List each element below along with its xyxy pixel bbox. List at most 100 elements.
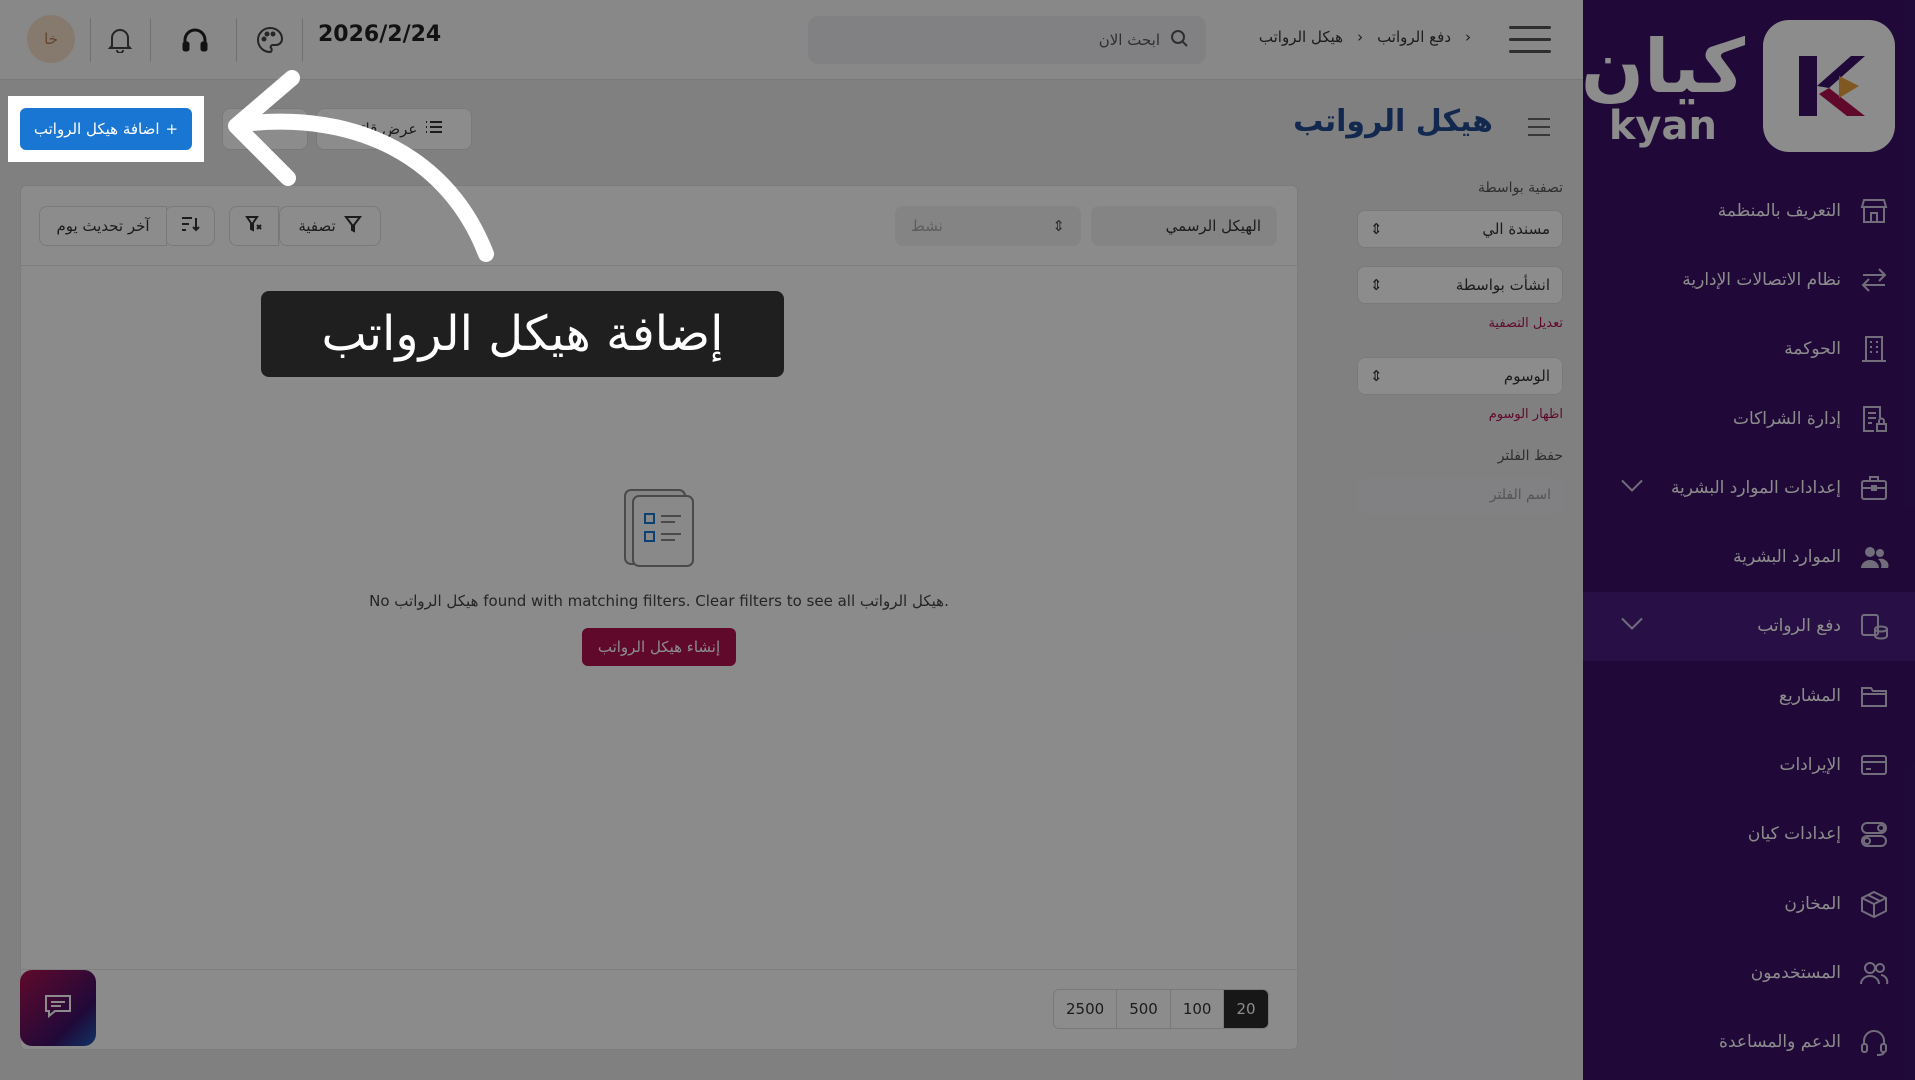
search-placeholder: ابحث الان bbox=[1098, 31, 1160, 49]
palette-icon[interactable] bbox=[250, 20, 290, 60]
sidebar-item-payroll[interactable]: دفع الرواتب bbox=[1583, 591, 1915, 662]
pointer-arrow-icon bbox=[228, 70, 494, 262]
created-by-label: انشأت بواسطة bbox=[1455, 276, 1550, 294]
topbar: › دفع الرواتب › هيكل الرواتب ابحث الان 2… bbox=[0, 0, 1583, 80]
chat-icon bbox=[43, 993, 73, 1023]
tutorial-tooltip: إضافة هيكل الرواتب bbox=[261, 291, 784, 377]
sidebar-item-label: دفع الرواتب bbox=[1757, 616, 1841, 637]
sidebar-item-organization[interactable]: التعريف بالمنظمة bbox=[1583, 176, 1915, 245]
sidebar-item-label: إدارة الشراكات bbox=[1733, 408, 1841, 429]
sort-icon bbox=[180, 215, 200, 237]
filter-by-label: تصفية بواسطة bbox=[1477, 180, 1563, 196]
add-button-label: اضافة هيكل الرواتب bbox=[33, 120, 160, 138]
show-tags-link[interactable]: اظهار الوسوم bbox=[1357, 407, 1563, 422]
building-icon bbox=[1857, 332, 1891, 366]
divider bbox=[236, 18, 237, 62]
card-toolbar: الهيكل الرسمي نشط ⇕ تصفية آخر تحديث يوم bbox=[21, 186, 1297, 266]
sidebar-item-revenues[interactable]: الإيرادات bbox=[1583, 730, 1915, 799]
sidebar-item-projects[interactable]: المشاريع bbox=[1583, 661, 1915, 730]
sidebar: كيان kyan التعريف بالمنظمة نظام الاتصالا… bbox=[1580, 0, 1915, 1080]
sidebar-item-label: نظام الاتصالات الإدارية bbox=[1682, 269, 1841, 290]
sidebar-item-hr-settings[interactable]: إعدادات الموارد البشرية bbox=[1583, 453, 1915, 522]
filter-name-input[interactable]: اسم الفلتر bbox=[1357, 478, 1563, 514]
sort-button[interactable] bbox=[165, 206, 215, 246]
avatar[interactable]: خا bbox=[27, 15, 75, 63]
breadcrumb-item[interactable]: هيكل الرواتب bbox=[1259, 28, 1343, 46]
sidebar-item-label: التعريف بالمنظمة bbox=[1717, 200, 1841, 221]
created-by-select[interactable]: انشأت بواسطة ⇕ bbox=[1357, 266, 1563, 304]
sidebar-item-label: إعدادات الموارد البشرية bbox=[1670, 477, 1841, 498]
sidebar-item-label: المخازن bbox=[1784, 893, 1841, 914]
sidebar-item-label: الموارد البشرية bbox=[1733, 547, 1841, 568]
divider bbox=[90, 18, 91, 62]
sort-arrows-icon: ⇕ bbox=[1370, 220, 1383, 238]
page-title: هيكل الرواتب bbox=[1293, 104, 1493, 139]
sidebar-item-kyan-settings[interactable]: إعدادات كيان bbox=[1583, 800, 1915, 869]
sort-arrows-icon: ⇕ bbox=[1370, 367, 1383, 385]
add-salary-structure-button[interactable]: + اضافة هيكل الرواتب bbox=[20, 108, 192, 150]
page-size-selector: 20 100 500 2500 bbox=[1053, 989, 1269, 1029]
sidebar-item-label: الحوكمة bbox=[1784, 339, 1841, 360]
sidebar-item-warehouses[interactable]: المخازن bbox=[1583, 869, 1915, 938]
create-salary-structure-button[interactable]: إنشاء هيكل الرواتب bbox=[581, 628, 737, 666]
tags-select[interactable]: الوسوم ⇕ bbox=[1357, 357, 1563, 395]
plus-icon: + bbox=[165, 120, 179, 138]
payroll-icon bbox=[1857, 609, 1891, 643]
edit-filter-link[interactable]: تعديل التصفية bbox=[1357, 316, 1563, 331]
assigned-to-select[interactable]: مسندة الي ⇕ bbox=[1357, 210, 1563, 248]
card-icon bbox=[1857, 748, 1891, 782]
headset-icon[interactable] bbox=[175, 20, 215, 60]
chevron-down-icon[interactable] bbox=[1619, 616, 1645, 637]
page-size-option[interactable]: 500 bbox=[1116, 990, 1170, 1028]
users-outline-icon bbox=[1857, 956, 1891, 990]
briefcase-icon bbox=[1857, 471, 1891, 505]
sidebar-item-communications[interactable]: نظام الاتصالات الإدارية bbox=[1583, 245, 1915, 314]
sidebar-item-users[interactable]: المستخدمون bbox=[1583, 938, 1915, 1007]
sidebar-item-label: إعدادات كيان bbox=[1747, 824, 1841, 845]
store-icon bbox=[1857, 194, 1891, 228]
current-date: 2026/2/24 bbox=[318, 22, 442, 47]
assigned-to-label: مسندة الي bbox=[1482, 220, 1550, 238]
status-select[interactable]: نشط ⇕ bbox=[895, 206, 1081, 246]
divider bbox=[21, 969, 1297, 970]
last-update-button[interactable]: آخر تحديث يوم bbox=[39, 206, 167, 246]
exchange-icon bbox=[1857, 263, 1891, 297]
page-size-option[interactable]: 2500 bbox=[1054, 990, 1116, 1028]
last-update-label: آخر تحديث يوم bbox=[56, 217, 150, 235]
sidebar-nav: التعريف بالمنظمة نظام الاتصالات الإدارية… bbox=[1583, 176, 1915, 1077]
sidebar-item-partnerships[interactable]: إدارة الشراكات bbox=[1583, 384, 1915, 453]
sidebar-item-label: المستخدمون bbox=[1750, 962, 1841, 983]
menu-icon[interactable] bbox=[1509, 26, 1551, 62]
sort-arrows-icon: ⇕ bbox=[1370, 276, 1383, 294]
folder-icon bbox=[1857, 679, 1891, 713]
brand-logo: كيان kyan bbox=[1580, 24, 1745, 149]
tags-label: الوسوم bbox=[1503, 367, 1550, 385]
kyan-logo-icon bbox=[1763, 20, 1895, 152]
empty-list-icon bbox=[21, 486, 1297, 574]
search-input[interactable]: ابحث الان bbox=[808, 16, 1206, 64]
filters-panel: تصفية بواسطة مسندة الي ⇕ انشأت بواسطة ⇕ … bbox=[1357, 180, 1563, 514]
breadcrumb-separator-icon: › bbox=[1357, 28, 1364, 46]
breadcrumb: › دفع الرواتب › هيكل الرواتب bbox=[1259, 28, 1471, 46]
structure-filter-select[interactable]: الهيكل الرسمي bbox=[1091, 206, 1277, 246]
sidebar-item-support[interactable]: الدعم والمساعدة bbox=[1583, 1008, 1915, 1077]
breadcrumb-separator-icon: › bbox=[1465, 28, 1471, 46]
page-menu-icon[interactable] bbox=[1528, 118, 1550, 142]
page-size-option[interactable]: 20 bbox=[1223, 990, 1268, 1028]
bell-icon[interactable] bbox=[100, 20, 140, 60]
divider bbox=[302, 18, 303, 62]
empty-message: No هيكل الرواتب found with matching filt… bbox=[369, 592, 949, 610]
structure-filter-label: الهيكل الرسمي bbox=[1165, 217, 1261, 235]
chat-button[interactable] bbox=[20, 970, 96, 1046]
chevron-down-icon[interactable] bbox=[1619, 477, 1645, 498]
sidebar-item-governance[interactable]: الحوكمة bbox=[1583, 315, 1915, 384]
search-icon bbox=[1170, 29, 1188, 51]
page-size-option[interactable]: 100 bbox=[1169, 990, 1224, 1028]
empty-state: No هيكل الرواتب found with matching filt… bbox=[21, 486, 1297, 666]
breadcrumb-item[interactable]: دفع الرواتب bbox=[1377, 28, 1451, 46]
status-placeholder: نشط bbox=[911, 217, 943, 235]
toggle-icon bbox=[1857, 817, 1891, 851]
save-filter-label: حفظ الفلتر bbox=[1497, 448, 1563, 464]
users-icon bbox=[1857, 540, 1891, 574]
sidebar-item-hr[interactable]: الموارد البشرية bbox=[1583, 522, 1915, 591]
